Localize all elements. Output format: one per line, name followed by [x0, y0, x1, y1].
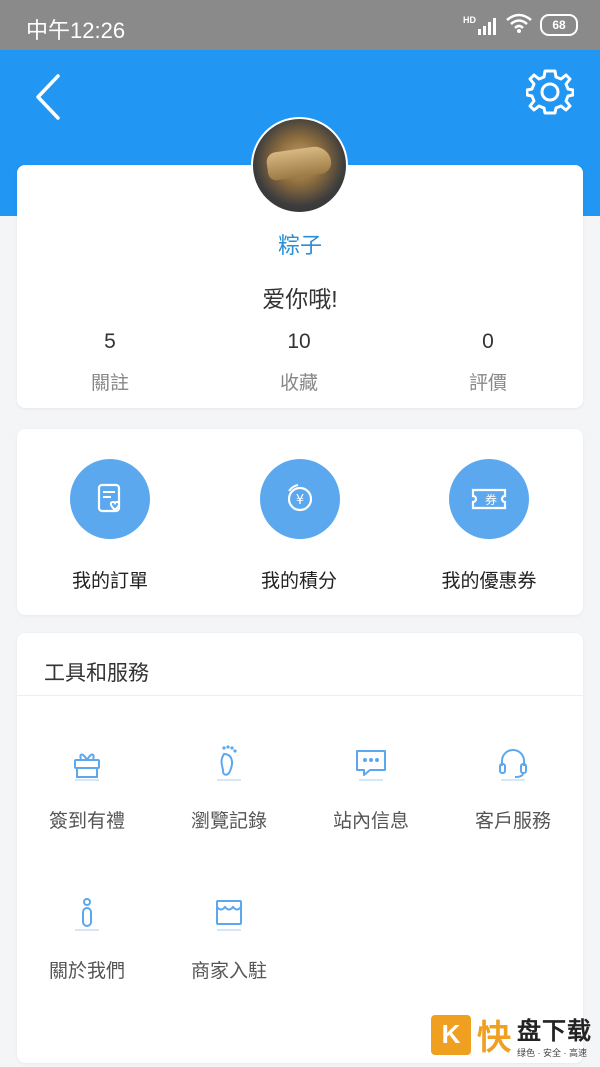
stat-favorites[interactable]: 10 收藏 [199, 330, 399, 395]
username[interactable]: 粽子 [0, 228, 600, 260]
status-time: 中午12:26 [26, 18, 126, 43]
stat-reviews[interactable]: 0 評價 [388, 330, 588, 395]
tool-site-messages[interactable]: 站內信息 [300, 742, 442, 833]
stat-following[interactable]: 5 關註 [10, 330, 210, 395]
svg-text:¥: ¥ [296, 493, 304, 508]
my-orders-button[interactable] [70, 459, 150, 539]
gift-icon [74, 753, 100, 781]
tool-customer-service[interactable]: 客戶服務 [442, 742, 584, 833]
watermark-main-text: 盘下载 [517, 1017, 592, 1045]
stat-value: 0 [482, 330, 494, 353]
store-icon [216, 900, 242, 931]
tool-label: 簽到有禮 [48, 811, 125, 832]
avatar[interactable] [251, 117, 348, 214]
tools-section-title: 工具和服務 [44, 662, 149, 685]
watermark-sub-text: 绿色 · 安全 · 高速 [517, 1047, 587, 1058]
chevron-left-icon [36, 74, 60, 120]
stat-value: 10 [287, 330, 311, 353]
tool-browse-history[interactable]: 瀏覽記錄 [158, 742, 300, 833]
gear-icon [525, 69, 575, 115]
tools-card [17, 633, 583, 1063]
wifi-icon [506, 13, 532, 38]
stat-label: 評價 [468, 373, 507, 394]
my-coupons-label: 我的優惠券 [441, 571, 537, 592]
info-icon [75, 898, 99, 931]
divider [17, 695, 583, 696]
tool-label: 關於我們 [48, 961, 125, 982]
user-signature: 爱你哦! [262, 286, 338, 312]
coupon-icon: 券 [471, 488, 507, 510]
tool-about-us[interactable]: 關於我們 [16, 892, 158, 983]
message-icon [356, 750, 386, 781]
watermark-k-logo: K [431, 1014, 471, 1055]
tool-merchant-join[interactable]: 商家入駐 [158, 892, 300, 983]
battery-icon: 68 [540, 14, 578, 36]
settings-button[interactable] [525, 68, 575, 116]
order-icon [97, 483, 121, 513]
points-icon: ¥ [287, 484, 313, 512]
footprint-icon [217, 745, 241, 781]
my-coupons-button[interactable]: 券 [449, 459, 529, 539]
my-points-label: 我的積分 [260, 571, 337, 592]
my-points-button[interactable]: ¥ [260, 459, 340, 539]
tool-label: 商家入駐 [190, 961, 267, 982]
stat-value: 5 [104, 330, 116, 353]
tool-checkin-gift[interactable]: 簽到有禮 [16, 742, 158, 833]
watermark-kuai: 快 [477, 1019, 511, 1057]
back-button[interactable] [30, 72, 70, 122]
network-type-label: HD [463, 15, 476, 25]
tool-label: 瀏覽記錄 [190, 811, 267, 832]
tool-label: 客戶服務 [474, 811, 551, 832]
stat-label: 收藏 [279, 373, 318, 394]
stat-label: 關註 [90, 373, 129, 394]
tool-label: 站內信息 [332, 811, 409, 832]
my-orders-label: 我的訂單 [71, 571, 148, 592]
status-icons: HD 68 [463, 12, 578, 38]
signal-icon: HD [463, 15, 498, 35]
status-bar: 中午12:26 HD 68 [0, 0, 600, 50]
headset-icon [499, 749, 527, 781]
watermark-logo: K 快 盘下载 绿色 · 安全 · 高速 [431, 1010, 592, 1059]
svg-text:券: 券 [485, 492, 497, 507]
